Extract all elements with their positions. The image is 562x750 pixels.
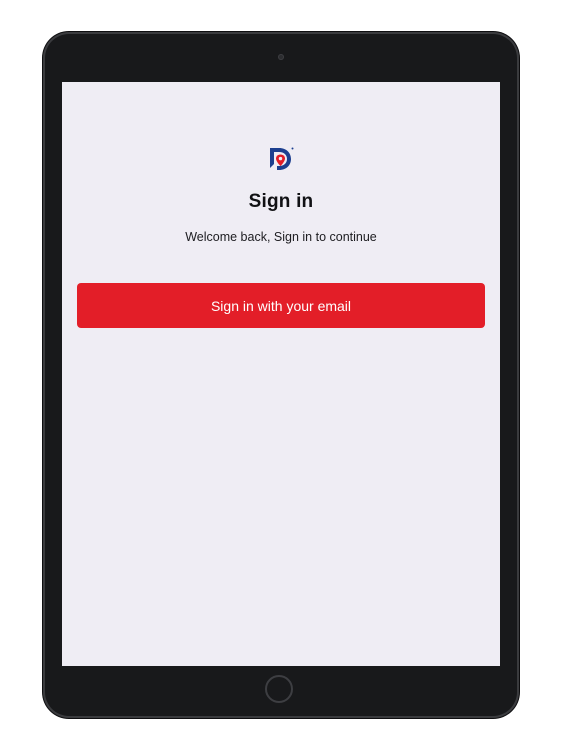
- sign-in-email-button[interactable]: Sign in with your email: [77, 283, 485, 328]
- page-title: Sign in: [248, 191, 314, 212]
- welcome-subtitle: Welcome back, Sign in to continue: [185, 230, 377, 244]
- page: Sign in Welcome back, Sign in to continu…: [0, 0, 562, 750]
- brand-logo-icon: [270, 147, 294, 170]
- tablet-frame: Sign in Welcome back, Sign in to continu…: [43, 32, 519, 718]
- camera-icon: [278, 54, 284, 60]
- app-screen: Sign in Welcome back, Sign in to continu…: [62, 82, 500, 666]
- home-button[interactable]: [265, 675, 293, 703]
